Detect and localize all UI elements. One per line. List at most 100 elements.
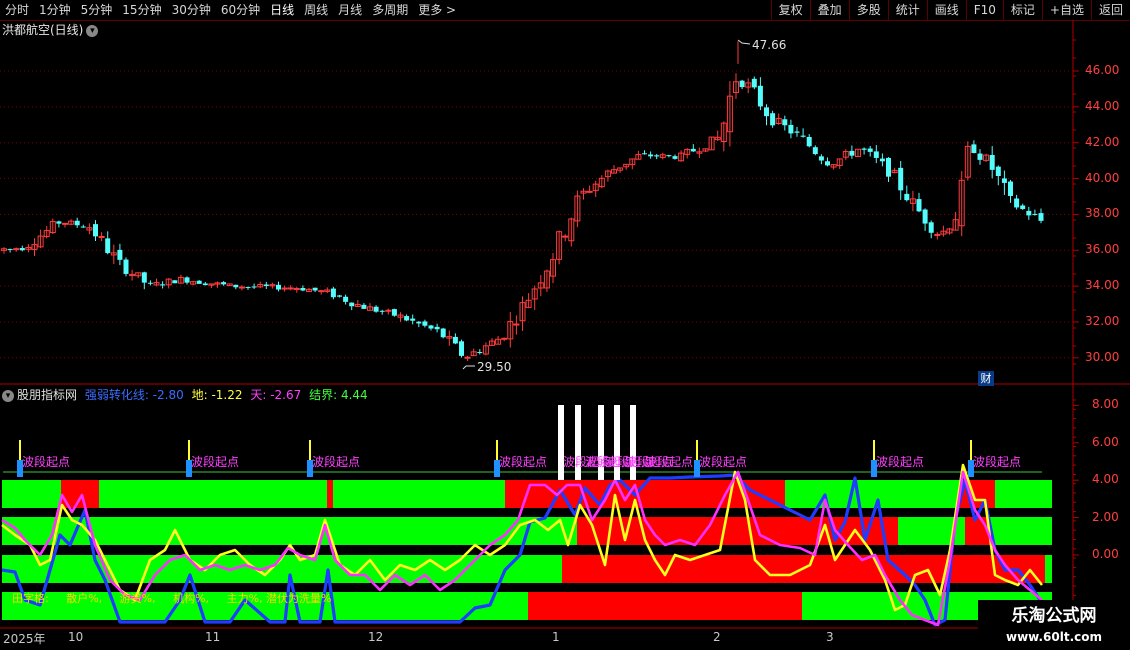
candle-body-down [56,221,62,224]
candle-body-down [245,286,251,288]
date-label-jan: 1 [552,630,560,644]
signal-label: 波段起点 [699,455,748,469]
candle-body-down [416,321,422,324]
chevron-down-icon[interactable]: ▾ [86,24,99,37]
low-arrow [462,365,475,370]
candle-body-down [221,282,227,285]
price-axis-label: 34.00 [1085,278,1120,293]
candle-body-down [764,107,769,117]
candle-body-up [238,286,245,289]
candle-body-down [141,272,147,283]
high-arrow [737,39,751,45]
candle-body-down [739,80,745,88]
price-axis-label: 30.00 [1085,349,1120,364]
candle-body-up [385,309,392,312]
candle-body-down [404,316,410,321]
candle-body-down [337,295,342,297]
candle-body-down [263,284,269,286]
candle-body-down [648,154,654,157]
finance-badge[interactable]: 财 [978,371,994,386]
candle-body-down [873,151,879,158]
ind-axis-label: 8.00 [1092,397,1119,412]
candle-body-down [1008,181,1013,196]
signal-label: 波段起点 [973,455,1022,469]
candle-body-down [666,155,672,157]
candle-body-down [751,78,757,88]
candle-body-up [13,248,20,251]
candle-body-down [642,153,647,155]
candle-body-down [391,309,397,316]
candle-body-down [251,286,257,288]
band-red-segment [528,592,802,620]
chart-canvas[interactable] [0,0,1130,650]
candle-body-down [995,166,1001,177]
candle-body-down [160,284,166,286]
candle-body-down [825,161,830,166]
signal-label: 波段起点 [22,455,71,469]
candle-body-down [123,259,129,274]
candle-body-down [690,148,696,152]
indicator-name: 股朋指标网 [17,388,78,402]
candle-body-down [440,328,446,338]
indicator-field-jiejie: 结界: 4.44 [309,388,368,402]
candle-body-down [989,154,995,170]
low-price-label: 29.50 [477,360,512,374]
legend-institution: 机构%, [173,592,210,605]
candle-body-down [1014,198,1020,208]
candle-body-down [300,287,306,291]
price-axis-label: 40.00 [1085,170,1120,185]
candle-body-up [513,323,520,326]
candle-body-down [117,249,123,260]
signal-label: 波段起点 [876,455,925,469]
date-label-dec: 12 [368,630,384,644]
price-axis-label: 38.00 [1085,206,1120,221]
candle-body-down [276,284,281,290]
candle-body-down [184,277,190,283]
indicator-header: ▾ 股朋指标网 强弱转化线: -2.80 地: -1.22 天: -2.67 结界… [2,386,368,403]
price-axis-label: 32.00 [1085,313,1120,328]
candle-body-down [886,157,891,177]
candle-body-down [654,155,660,157]
candle-body-down [361,304,367,309]
chevron-down-icon[interactable]: ▾ [2,389,14,402]
candle-body-down [928,222,934,233]
legend-main: 主力%, [226,592,263,605]
candle-body-down [1032,213,1038,215]
candle-body-down [849,150,855,156]
candle-body-down [861,148,867,150]
candle-body-down [922,209,928,224]
candle-body-down [977,153,983,160]
candle-body-up [318,290,325,293]
candle-body-down [379,310,385,312]
candle-body-up [98,235,105,238]
candle-body-down [971,144,977,154]
candle-body-down [788,124,794,134]
candle-body-down [428,325,434,329]
candle-body-down [806,136,812,147]
candle-body-up [293,288,300,291]
candle-body-down [172,280,178,284]
candle-body-down [105,238,111,254]
watermark-url: www.60lt.com [1005,630,1103,644]
indicator-legend: 田字格: 散户%, 游资%, 机构%, 主力%, 潜伏为洗量% [12,590,331,606]
candle-body-down [410,318,416,321]
indicator-field-di: 地: -1.22 [191,388,243,402]
candle-body-down [196,280,202,284]
date-label-mar: 3 [826,630,834,644]
candle-body-down [794,131,800,133]
candle-body-down [1038,213,1044,221]
price-axis-label: 44.00 [1085,98,1120,113]
indicator-field-tian: 天: -2.67 [250,388,302,402]
candle-body-down [1026,210,1032,216]
candle-body-down [459,341,464,356]
signal-label: 波段起点 [312,455,361,469]
candle-body-up [287,287,294,290]
candle-body-down [434,326,440,330]
candle-body-down [422,321,428,326]
candle-body-down [879,158,885,162]
candle-body-down [330,288,336,298]
candle-body-down [782,119,788,126]
stock-title[interactable]: 洪都航空(日线) ▾ [2,21,99,38]
candle-body-down [147,282,153,284]
candle-body-down [916,199,922,212]
